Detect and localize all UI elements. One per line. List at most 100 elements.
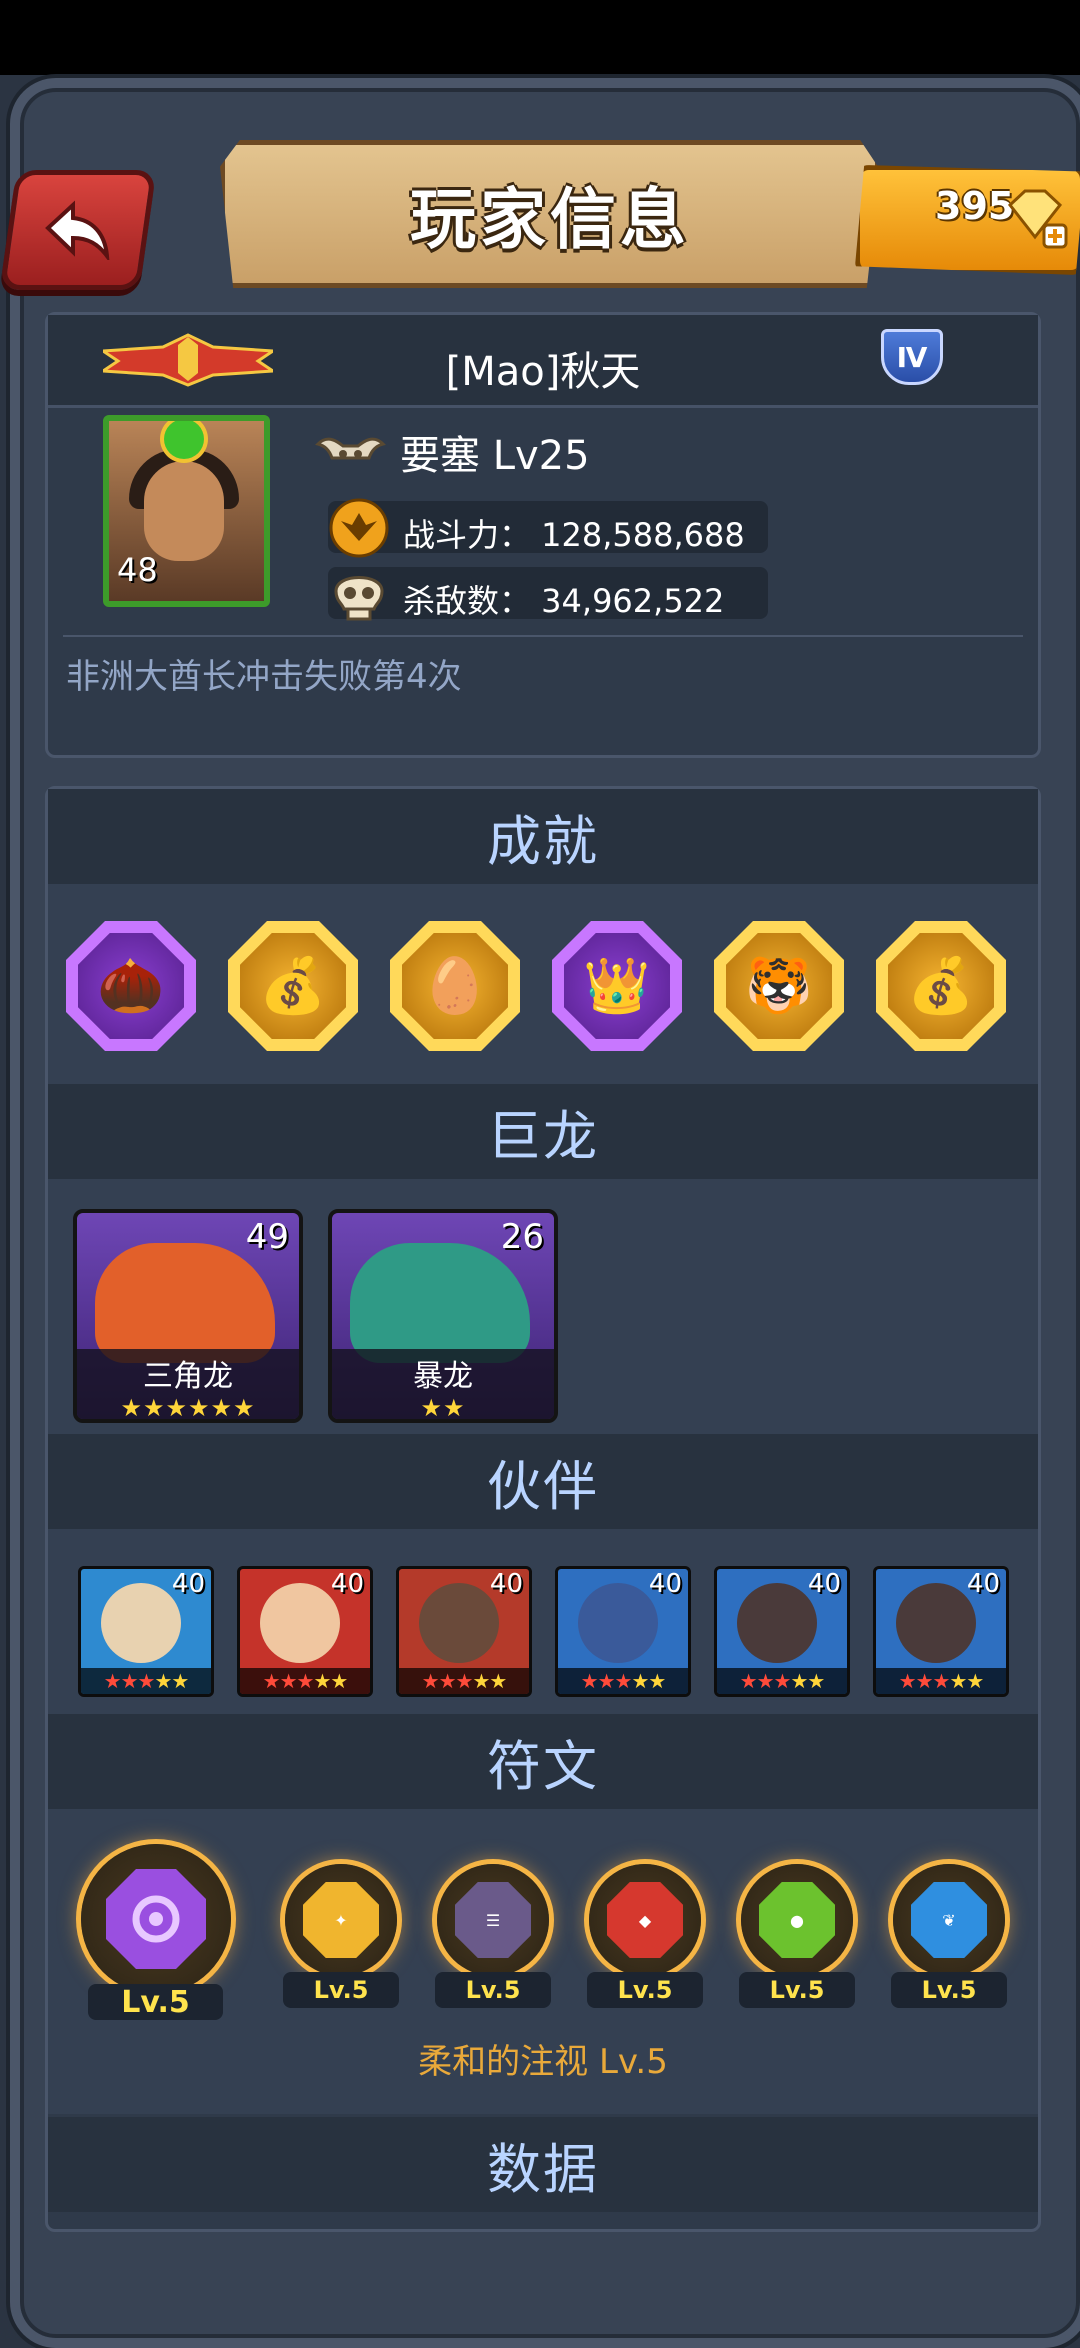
rune-slot[interactable]: ☰: [437, 1864, 549, 1976]
rune-gold-icon: ✦: [303, 1882, 379, 1958]
rune-purple-icon: [106, 1869, 206, 1969]
partner-stars-yellow: ★★: [313, 1669, 348, 1693]
partner-stars-red: ★★★: [898, 1669, 951, 1693]
partner-portrait-icon: [260, 1583, 340, 1663]
phoenix-icon: [329, 498, 389, 558]
section-partners-header: 伙伴: [48, 1434, 1038, 1529]
back-button[interactable]: [0, 170, 157, 290]
rune-level: Lv.5: [739, 1972, 855, 2008]
partner-stars-red: ★★★: [421, 1669, 474, 1693]
achievement-money-bag[interactable]: 💰: [876, 921, 1006, 1051]
partner-card[interactable]: 40 ★★★★★: [873, 1566, 1009, 1697]
power-stat: 战斗力： 128,588,688: [328, 498, 768, 558]
details-card: 成就 🌰 💰 🥚 👑 🐯 💰 巨龙 49 三角龙 ★★★★★★ 26 暴龙 ★★…: [45, 786, 1041, 2232]
tier-badge: Ⅳ: [881, 329, 943, 385]
achievement-gold-ore[interactable]: 💰: [228, 921, 358, 1051]
achievement-acorn[interactable]: 🌰: [66, 921, 196, 1051]
section-runes-header: 符文: [48, 1714, 1038, 1809]
fortress-title: 要塞 Lv25: [313, 423, 590, 481]
gold-ore-icon: 💰: [240, 933, 346, 1039]
rune-level: Lv.5: [283, 1972, 399, 2008]
rune-slot[interactable]: ❦: [893, 1864, 1005, 1976]
partner-level: 40: [807, 1569, 841, 1599]
dragon-name: 暴龙: [413, 1359, 473, 1394]
rune-red-icon: ◆: [607, 1882, 683, 1958]
status-bar: [0, 0, 1080, 75]
tyrannosaurus-icon: [350, 1243, 530, 1363]
rune-set-name: 柔和的注视 Lv.5: [418, 2042, 668, 2082]
triceratops-icon: [95, 1243, 275, 1363]
partner-stars-red: ★★★: [262, 1669, 315, 1693]
kills-text: 杀敌数： 34,962,522: [403, 582, 725, 620]
partner-card[interactable]: 40 ★★★★★: [78, 1566, 214, 1697]
acorn-icon: 🌰: [78, 933, 184, 1039]
achievement-ice-tiger[interactable]: 🐯: [714, 921, 844, 1051]
rune-dark-icon: ☰: [455, 1882, 531, 1958]
dragon-stars: ★★★★★★: [120, 1394, 256, 1422]
dragon-name: 三角龙: [143, 1359, 233, 1394]
avatar[interactable]: 48: [103, 415, 270, 607]
rune-blue-icon: ❦: [911, 1882, 987, 1958]
partner-stars-red: ★★★: [739, 1669, 792, 1693]
partner-stars-red: ★★★: [103, 1669, 156, 1693]
rune-main[interactable]: [81, 1844, 231, 1994]
partner-level: 40: [489, 1569, 523, 1599]
avatar-face: [144, 461, 224, 561]
partner-card[interactable]: 40 ★★★★★: [396, 1566, 532, 1697]
egg-icon: 🥚: [402, 933, 508, 1039]
dragon-level: 26: [500, 1217, 544, 1257]
skull-horns-icon: [315, 437, 386, 460]
achievement-egg[interactable]: 🥚: [390, 921, 520, 1051]
section-stats-header: 数据: [48, 2117, 1038, 2212]
partner-card[interactable]: 40 ★★★★★: [555, 1566, 691, 1697]
partner-card[interactable]: 40 ★★★★★: [237, 1566, 373, 1697]
avatar-level: 48: [117, 551, 158, 589]
partner-portrait-icon: [896, 1583, 976, 1663]
partner-stars-yellow: ★★: [154, 1669, 189, 1693]
title-banner: 玩家信息: [220, 140, 880, 288]
rune-slot[interactable]: ◆: [589, 1864, 701, 1976]
dragon-stars: ★★: [420, 1394, 466, 1422]
rune-level: Lv.5: [88, 1984, 223, 2020]
partner-level: 40: [966, 1569, 1000, 1599]
profile-card: [Mao]秋天 Ⅳ 48 要塞 Lv25 战斗力： 128,588,688 杀敌…: [45, 312, 1041, 758]
kills-stat: 杀敌数： 34,962,522: [328, 567, 768, 621]
rune-level: Lv.5: [587, 1972, 703, 2008]
section-dragons-header: 巨龙: [48, 1084, 1038, 1179]
clover-icon: [164, 421, 204, 459]
divider: [63, 635, 1023, 637]
partner-portrait-icon: [101, 1583, 181, 1663]
ice-tiger-icon: 🐯: [726, 933, 832, 1039]
partner-stars-yellow: ★★: [949, 1669, 984, 1693]
partner-level: 40: [648, 1569, 682, 1599]
achievement-king[interactable]: 👑: [552, 921, 682, 1051]
partner-stars-yellow: ★★: [631, 1669, 666, 1693]
dragon-card-triceratops[interactable]: 49 三角龙 ★★★★★★: [73, 1209, 303, 1423]
rune-slot[interactable]: ●: [741, 1864, 853, 1976]
king-face-icon: 👑: [564, 933, 670, 1039]
partner-level: 40: [330, 1569, 364, 1599]
partner-portrait-icon: [578, 1583, 658, 1663]
rune-green-icon: ●: [759, 1882, 835, 1958]
partner-level: 40: [171, 1569, 205, 1599]
power-text: 战斗力： 128,588,688: [403, 516, 745, 554]
fortress-level: 要塞 Lv25: [400, 433, 590, 479]
rune-slot[interactable]: ✦: [285, 1864, 397, 1976]
rune-level: Lv.5: [435, 1972, 551, 2008]
name-row: [Mao]秋天 Ⅳ: [48, 315, 1038, 408]
partner-portrait-icon: [419, 1583, 499, 1663]
dragon-level: 49: [245, 1217, 289, 1257]
back-arrow-icon: [45, 200, 110, 260]
money-bag-icon: 💰: [888, 933, 994, 1039]
partner-stars-yellow: ★★: [790, 1669, 825, 1693]
dragon-card-tyrannosaurus[interactable]: 26 暴龙 ★★: [328, 1209, 558, 1423]
page-title: 玩家信息: [410, 181, 690, 258]
skull-icon: [334, 576, 384, 621]
partner-card[interactable]: 40 ★★★★★: [714, 1566, 850, 1697]
partner-stars-yellow: ★★: [472, 1669, 507, 1693]
diamond-plus-icon[interactable]: [1000, 185, 1070, 255]
player-motto: 非洲大酋长冲击失败第4次: [66, 657, 462, 697]
section-achievements-header: 成就: [48, 789, 1038, 884]
partner-portrait-icon: [737, 1583, 817, 1663]
rune-level: Lv.5: [891, 1972, 1007, 2008]
